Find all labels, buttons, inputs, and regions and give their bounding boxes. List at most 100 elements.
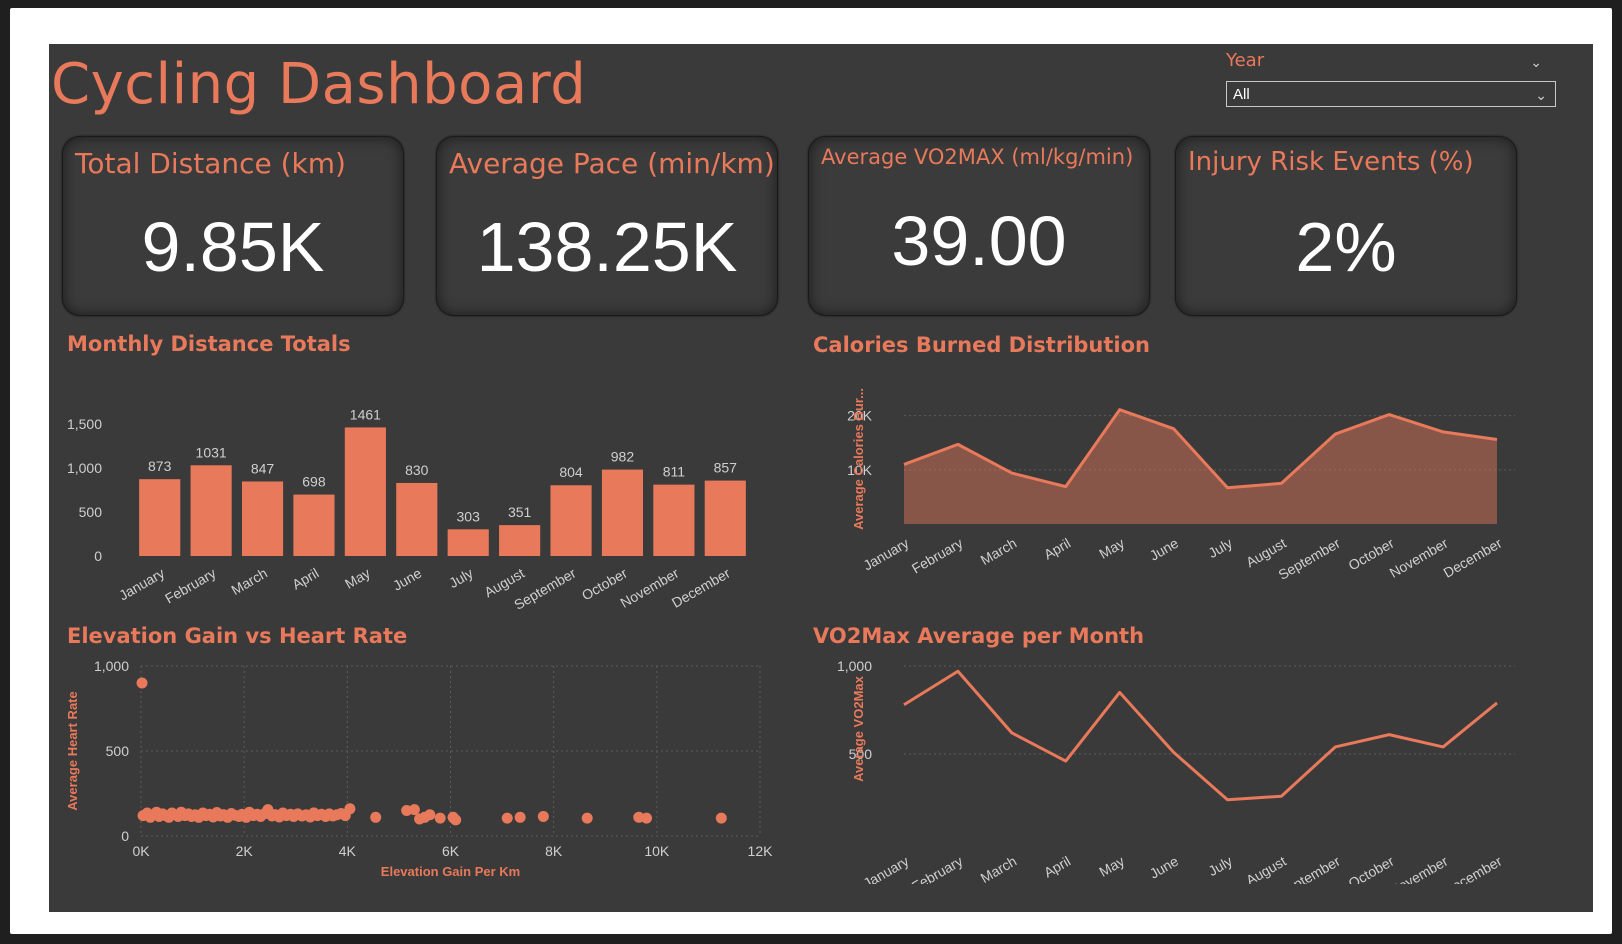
- monthly-distance-title: Monthly Distance Totals: [67, 332, 351, 356]
- kpi-title: Injury Risk Events (%): [1188, 147, 1474, 177]
- x-tick-label: February: [162, 565, 219, 607]
- scatter-point[interactable]: [136, 677, 148, 689]
- x-tick-label: November: [1387, 853, 1451, 884]
- bar[interactable]: [293, 494, 335, 556]
- bar[interactable]: [550, 485, 592, 556]
- elevation-hr-title: Elevation Gain vs Heart Rate: [67, 624, 408, 648]
- x-tick-label: December: [669, 565, 733, 611]
- scatter-point[interactable]: [450, 814, 462, 826]
- x-tick-label: March: [978, 535, 1020, 568]
- year-slicer-label: Year: [1226, 50, 1265, 71]
- kpi-card-injury-risk[interactable]: Injury Risk Events (%) 2%: [1175, 136, 1517, 316]
- data-label: 698: [302, 474, 326, 490]
- x-tick-label: April: [289, 565, 321, 593]
- y-tick-label: 1,500: [67, 416, 102, 432]
- x-tick-label: May: [342, 565, 373, 592]
- elevation-hr-chart[interactable]: 0 500 1,000 0K 2K 4K 6K 8K 10K 12K Elevation Gain …: [49, 654, 779, 884]
- data-label: 303: [457, 508, 481, 524]
- data-label: 804: [559, 464, 583, 480]
- vo2max-chart[interactable]: 5001,000JanuaryFebruary March April May June…: [809, 654, 1519, 884]
- kpi-title: Average Pace (min/km): [449, 147, 775, 180]
- kpi-card-average-vo2max[interactable]: Average VO2MAX (ml/kg/min) 39.00: [808, 136, 1150, 316]
- x-tick-label: December: [1441, 535, 1505, 581]
- kpi-card-total-distance[interactable]: Total Distance (km) 9.85K: [62, 136, 404, 316]
- y-tick-label: 1,000: [94, 658, 129, 674]
- y-axis-label: Average Heart Rate: [65, 691, 80, 810]
- x-tick-label: 0K: [132, 843, 150, 859]
- kpi-value: 39.00: [891, 202, 1067, 280]
- x-tick-label: December: [1441, 853, 1505, 884]
- data-label: 351: [508, 504, 532, 520]
- scatter-point[interactable]: [514, 811, 526, 823]
- x-tick-label: July: [1205, 535, 1235, 561]
- x-tick-label: January: [860, 535, 911, 574]
- x-tick-label: January: [116, 565, 167, 604]
- x-tick-label: May: [1096, 535, 1127, 562]
- bar[interactable]: [241, 481, 284, 556]
- data-label: 830: [405, 462, 429, 478]
- bar[interactable]: [139, 479, 181, 556]
- bar[interactable]: [396, 482, 438, 556]
- kpi-value: 2%: [1295, 208, 1397, 286]
- y-axis-label: Average VO2Max: [851, 675, 866, 782]
- x-tick-label: March: [228, 565, 270, 598]
- x-tick-label: May: [1096, 853, 1127, 880]
- bar[interactable]: [447, 529, 489, 556]
- year-slicer: Year ⌄ All ⌄: [1226, 50, 1560, 107]
- x-tick-label: November: [1387, 535, 1451, 581]
- bar[interactable]: [653, 484, 695, 556]
- window-frame: Cycling Dashboard Year ⌄ All ⌄ Total Dis…: [10, 8, 1612, 934]
- data-label: 982: [611, 449, 635, 465]
- scatter-point[interactable]: [434, 812, 446, 824]
- y-tick-label: 500: [79, 504, 103, 520]
- y-tick-label: 0: [94, 548, 102, 564]
- scatter-point[interactable]: [370, 811, 382, 823]
- x-tick-label: February: [909, 853, 966, 884]
- calories-chart[interactable]: 10K20KJanuaryFebruary March April May June Ju…: [809, 364, 1519, 614]
- bar[interactable]: [704, 480, 746, 556]
- dashboard-canvas: Cycling Dashboard Year ⌄ All ⌄ Total Dis…: [49, 44, 1593, 912]
- x-tick-label: July: [1205, 853, 1235, 879]
- year-dropdown[interactable]: All ⌄: [1226, 81, 1556, 107]
- calories-title: Calories Burned Distribution: [813, 333, 1150, 357]
- x-tick-label: August: [1243, 853, 1289, 884]
- x-tick-label: January: [860, 853, 911, 884]
- scatter-point[interactable]: [501, 812, 513, 824]
- scatter-point[interactable]: [344, 803, 356, 815]
- data-label: 873: [148, 458, 172, 474]
- data-label: 847: [251, 460, 275, 476]
- bar[interactable]: [190, 465, 232, 556]
- bar[interactable]: [499, 525, 541, 556]
- data-label: 857: [714, 460, 738, 476]
- kpi-card-average-pace[interactable]: Average Pace (min/km) 138.25K: [436, 136, 778, 316]
- area-fill: [904, 409, 1497, 524]
- bar[interactable]: [344, 427, 386, 556]
- kpi-title: Total Distance (km): [75, 147, 346, 180]
- scatter-point[interactable]: [424, 809, 436, 821]
- scatter-point[interactable]: [537, 810, 549, 822]
- x-tick-label: June: [1147, 853, 1181, 882]
- chevron-down-icon[interactable]: ⌄: [1530, 54, 1542, 71]
- x-tick-label: 6K: [442, 843, 460, 859]
- kpi-value: 138.25K: [476, 208, 738, 286]
- vo2max-title: VO2Max Average per Month: [813, 624, 1145, 648]
- y-axis-label: Average Calories Bur...: [851, 388, 866, 530]
- x-tick-label: 12K: [748, 843, 774, 859]
- scatter-point[interactable]: [641, 812, 653, 824]
- x-tick-label: April: [1041, 535, 1073, 563]
- x-tick-label: 8K: [545, 843, 563, 859]
- x-tick-label: June: [390, 565, 424, 594]
- monthly-distance-chart[interactable]: 0 500 1,000 1,500 873 January 1031 February 847 M…: [49, 364, 779, 614]
- x-tick-label: 10K: [644, 843, 670, 859]
- y-tick-label: 1,000: [67, 460, 102, 476]
- kpi-title: Average VO2MAX (ml/kg/min): [821, 145, 1134, 169]
- scatter-point[interactable]: [715, 812, 727, 824]
- bar[interactable]: [601, 469, 644, 556]
- scatter-point[interactable]: [581, 812, 593, 824]
- data-label: 1461: [350, 406, 381, 422]
- x-tick-label: September: [1275, 535, 1343, 583]
- y-tick-label: 0: [121, 828, 129, 844]
- chevron-down-icon: ⌄: [1535, 87, 1547, 103]
- scatter-point[interactable]: [408, 804, 420, 816]
- x-tick-label: 4K: [339, 843, 357, 859]
